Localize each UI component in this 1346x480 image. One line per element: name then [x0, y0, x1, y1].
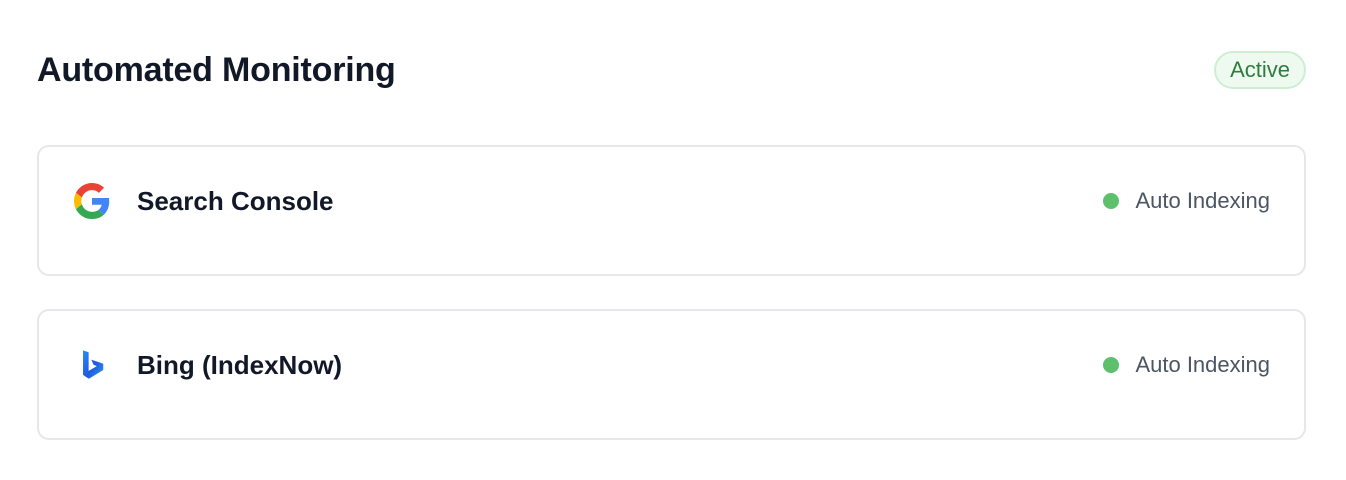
panel-header: Automated Monitoring Active — [37, 48, 1306, 92]
status-dot-icon — [1103, 357, 1120, 373]
status-badge: Active — [1214, 51, 1306, 89]
integration-info: Search Console — [73, 182, 334, 220]
google-logo-icon — [73, 182, 111, 220]
integration-status: Auto Indexing — [1103, 188, 1270, 214]
integration-status: Auto Indexing — [1103, 352, 1270, 378]
bing-logo-icon — [73, 346, 111, 384]
status-dot-icon — [1103, 193, 1120, 209]
status-label: Auto Indexing — [1135, 188, 1270, 213]
integration-name: Search Console — [137, 185, 334, 216]
status-label: Auto Indexing — [1135, 352, 1270, 377]
integration-row: Search Console Auto Indexing — [73, 181, 1270, 221]
integration-name: Bing (IndexNow) — [137, 349, 343, 380]
integration-card-search-console[interactable]: Search Console Auto Indexing — [37, 145, 1306, 276]
panel-title: Automated Monitoring — [37, 50, 396, 89]
integration-info: Bing (IndexNow) — [73, 346, 342, 384]
integration-row: Bing (IndexNow) Auto Indexing — [73, 345, 1270, 385]
integration-card-bing[interactable]: Bing (IndexNow) Auto Indexing — [37, 309, 1306, 440]
automated-monitoring-panel: Automated Monitoring Active Search Conso… — [37, 0, 1306, 480]
